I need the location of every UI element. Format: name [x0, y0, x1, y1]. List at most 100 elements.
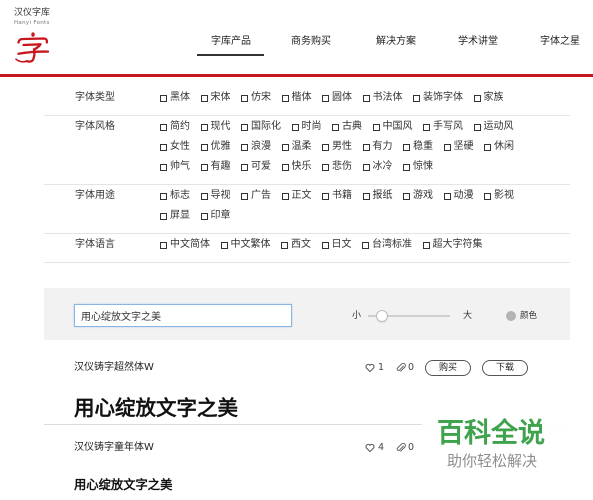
filter-option[interactable]: 坚硬 — [443, 137, 474, 157]
checkbox[interactable] — [241, 192, 248, 200]
hanyi-logo-icon[interactable] — [14, 32, 52, 64]
filter-option[interactable]: 现代 — [200, 117, 231, 137]
checkbox[interactable] — [200, 212, 208, 220]
filter-option[interactable]: 冰冷 — [362, 157, 393, 177]
checkbox[interactable] — [322, 192, 329, 200]
filter-option[interactable]: 时尚 — [291, 117, 322, 137]
filter-option[interactable]: 运动风 — [473, 117, 514, 137]
checkbox[interactable] — [281, 241, 288, 249]
checkbox[interactable] — [362, 241, 369, 249]
checkbox[interactable] — [160, 192, 167, 200]
checkbox[interactable] — [241, 94, 248, 102]
preview-text-input[interactable] — [74, 304, 292, 327]
filter-option[interactable]: 中文繁体 — [220, 235, 271, 255]
checkbox[interactable] — [281, 143, 289, 151]
checkbox[interactable] — [422, 241, 430, 249]
checkbox[interactable] — [241, 123, 248, 131]
filter-option[interactable]: 帅气 — [160, 157, 190, 177]
filter-option[interactable]: 仿宋 — [241, 88, 271, 108]
checkbox[interactable] — [443, 143, 451, 151]
checkbox[interactable] — [241, 163, 248, 171]
color-label[interactable]: 颜色 — [520, 310, 537, 322]
checkbox[interactable] — [473, 94, 481, 102]
filter-option[interactable]: 台湾标准 — [362, 235, 412, 255]
checkbox[interactable] — [443, 192, 451, 200]
filter-option[interactable]: 悲伤 — [322, 157, 352, 177]
filter-option[interactable]: 中国风 — [372, 117, 413, 137]
color-swatch[interactable] — [506, 311, 516, 321]
checkbox[interactable] — [322, 94, 329, 102]
checkbox[interactable] — [291, 123, 299, 131]
filter-option[interactable]: 正文 — [281, 186, 312, 206]
checkbox[interactable] — [281, 192, 289, 200]
checkbox[interactable] — [160, 94, 167, 102]
checkbox[interactable] — [200, 94, 208, 102]
checkbox[interactable] — [362, 94, 370, 102]
checkbox[interactable] — [403, 143, 410, 151]
checkbox[interactable] — [160, 123, 167, 131]
filter-option[interactable]: 简约 — [160, 117, 190, 137]
filter-option[interactable]: 导视 — [200, 186, 231, 206]
nav-item-academy[interactable]: 学术讲堂 — [458, 36, 498, 48]
filter-option[interactable]: 温柔 — [281, 137, 312, 157]
heart-icon[interactable] — [365, 363, 375, 373]
filter-option[interactable]: 有力 — [362, 137, 393, 157]
filter-option[interactable]: 书法体 — [362, 88, 403, 108]
nav-item-font-products[interactable]: 字库产品 — [211, 36, 251, 48]
filter-option[interactable]: 装饰字体 — [413, 88, 463, 108]
paperclip-icon[interactable] — [396, 363, 406, 373]
filter-option[interactable]: 休闲 — [484, 137, 514, 157]
download-button[interactable]: 下载 — [482, 360, 528, 376]
nav-item-business-purchase[interactable]: 商务购买 — [291, 36, 331, 48]
checkbox[interactable] — [403, 163, 410, 171]
checkbox[interactable] — [200, 143, 208, 151]
filter-option[interactable]: 稳重 — [403, 137, 433, 157]
nav-item-font-stars[interactable]: 字体之星 — [540, 36, 580, 48]
filter-option[interactable]: 游戏 — [403, 186, 433, 206]
filter-option[interactable]: 浪漫 — [241, 137, 271, 157]
filter-option[interactable]: 中文简体 — [160, 235, 210, 255]
filter-option[interactable]: 家族 — [473, 88, 504, 108]
filter-option[interactable]: 屏显 — [160, 206, 190, 226]
checkbox[interactable] — [200, 123, 208, 131]
filter-option[interactable]: 印章 — [200, 206, 231, 226]
filter-option[interactable]: 影视 — [484, 186, 514, 206]
checkbox[interactable] — [332, 123, 339, 131]
font-name[interactable]: 汉仪铸字童年体W — [74, 442, 154, 454]
checkbox[interactable] — [473, 123, 481, 131]
checkbox[interactable] — [160, 163, 167, 171]
filter-option[interactable]: 超大字符集 — [422, 235, 483, 255]
filter-option[interactable]: 女性 — [160, 137, 190, 157]
filter-option[interactable]: 广告 — [241, 186, 271, 206]
nav-item-solutions[interactable]: 解决方案 — [376, 36, 416, 48]
checkbox[interactable] — [322, 163, 329, 171]
checkbox[interactable] — [160, 212, 167, 220]
filter-option[interactable]: 日文 — [321, 235, 352, 255]
checkbox[interactable] — [362, 143, 370, 151]
paperclip-icon[interactable] — [396, 443, 406, 453]
checkbox[interactable] — [200, 192, 208, 200]
checkbox[interactable] — [322, 143, 329, 151]
filter-option[interactable]: 惊悚 — [403, 157, 433, 177]
checkbox[interactable] — [281, 163, 289, 171]
checkbox[interactable] — [403, 192, 410, 200]
filter-option[interactable]: 快乐 — [281, 157, 312, 177]
checkbox[interactable] — [362, 192, 370, 200]
filter-option[interactable]: 西文 — [281, 235, 311, 255]
size-slider-knob[interactable] — [375, 310, 388, 322]
checkbox[interactable] — [321, 241, 329, 249]
filter-option[interactable]: 书籍 — [322, 186, 352, 206]
checkbox[interactable] — [241, 143, 248, 151]
filter-option[interactable]: 国际化 — [241, 117, 281, 137]
filter-option[interactable]: 可爱 — [241, 157, 271, 177]
filter-option[interactable]: 黑体 — [160, 88, 190, 108]
checkbox[interactable] — [160, 143, 167, 151]
checkbox[interactable] — [423, 123, 430, 131]
checkbox[interactable] — [160, 241, 167, 249]
font-name[interactable]: 汉仪铸字超然体W — [74, 362, 154, 374]
filter-option[interactable]: 动漫 — [443, 186, 474, 206]
filter-option[interactable]: 宋体 — [200, 88, 231, 108]
buy-button[interactable]: 购买 — [425, 360, 471, 376]
filter-option[interactable]: 圆体 — [322, 88, 352, 108]
filter-option[interactable]: 有趣 — [200, 157, 231, 177]
